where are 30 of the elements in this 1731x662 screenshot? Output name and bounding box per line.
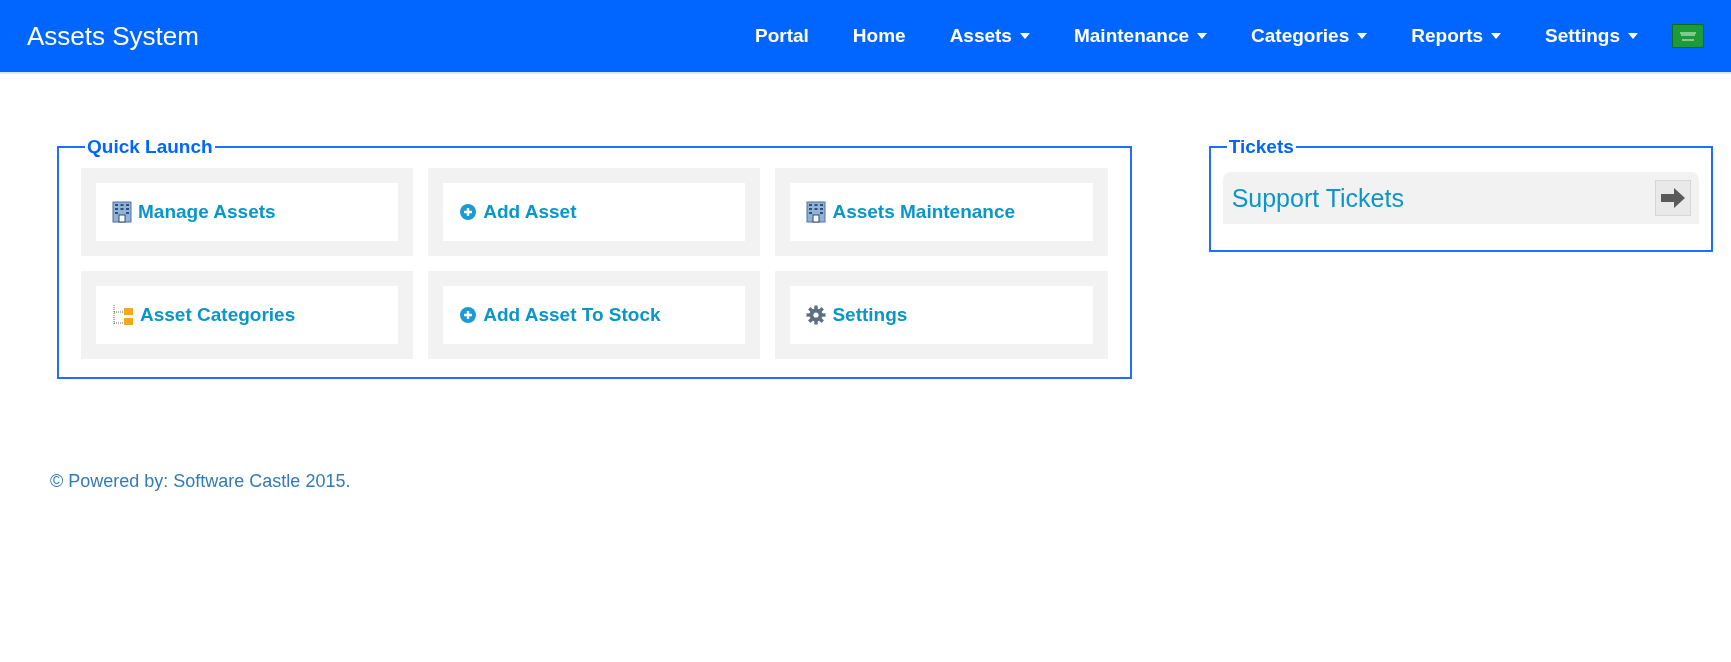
flag-icon[interactable]	[1672, 24, 1704, 48]
caret-icon	[1628, 33, 1638, 39]
ticket-link[interactable]: Support Tickets	[1231, 183, 1404, 213]
add-icon	[459, 306, 478, 324]
building-icon	[806, 201, 827, 223]
add-icon	[459, 203, 478, 221]
nav-link[interactable]: Home	[830, 25, 928, 47]
launch-link[interactable]: Add Asset	[443, 183, 746, 241]
building-icon	[112, 201, 132, 223]
gear-icon	[806, 305, 827, 325]
panel-title: Quick Launch	[86, 136, 214, 158]
caret-icon	[1491, 33, 1502, 39]
dropdown-menu-link[interactable]: Maintenance	[1051, 25, 1230, 47]
launch-link[interactable]: Assets Maintenance	[790, 183, 1093, 241]
launch-link[interactable]: Manage Assets	[96, 183, 399, 241]
dropdown-menu-link[interactable]: Settings	[1523, 25, 1660, 47]
dropdown-menu-link[interactable]: Assets	[927, 25, 1052, 47]
caret-icon	[1197, 33, 1208, 39]
panel-title: Tickets	[1227, 136, 1295, 158]
nav-link[interactable]: Portal	[732, 25, 831, 47]
folder-tree-icon	[112, 304, 134, 326]
launch-link[interactable]: Settings	[790, 286, 1093, 344]
launch-link[interactable]: Add Asset To Stock	[443, 286, 746, 344]
caret-icon	[1357, 33, 1368, 39]
dropdown-menu-link[interactable]: Categories	[1229, 25, 1390, 47]
dropdown-menu-link[interactable]: Reports	[1389, 25, 1524, 47]
caret-icon	[1019, 33, 1030, 39]
brand-link[interactable]: Assets System	[27, 20, 199, 52]
footer-text: © Powered by: Software Castle 2015.	[50, 471, 352, 492]
launch-link[interactable]: Asset Categories	[96, 286, 399, 344]
